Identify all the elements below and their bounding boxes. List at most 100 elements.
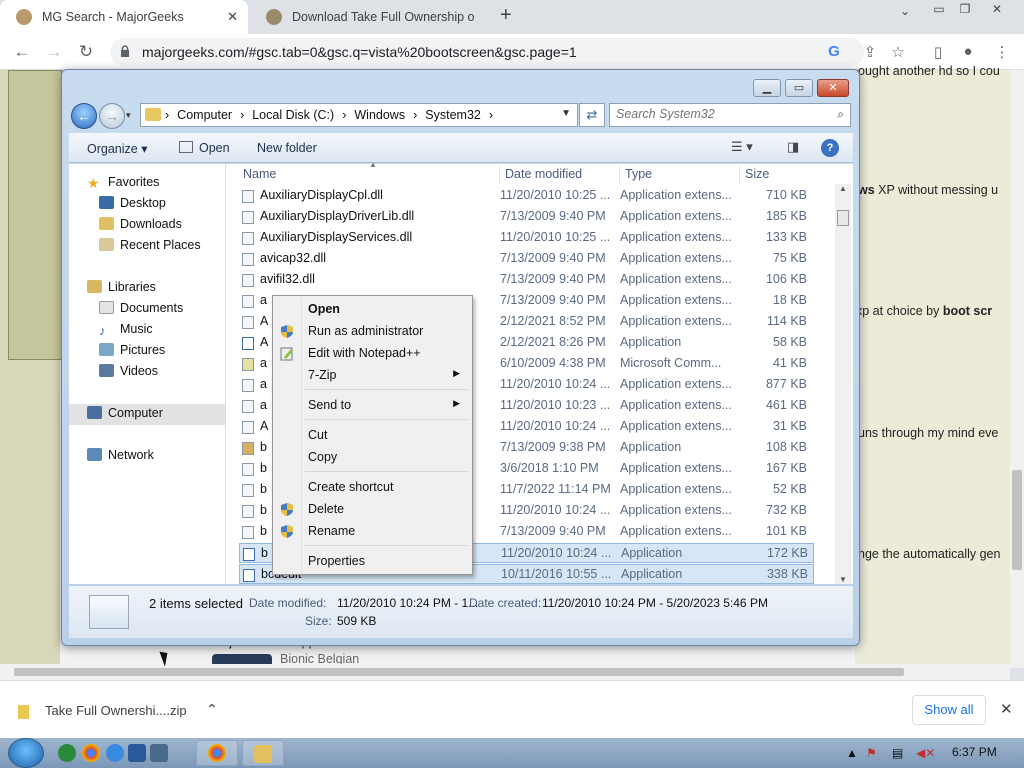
menu-item-open[interactable]: Open [275, 299, 470, 320]
column-divider[interactable] [499, 166, 500, 184]
explorer-minimize-button[interactable]: ▁ [753, 79, 781, 97]
breadcrumb-item[interactable]: Local Disk (C:) [252, 108, 334, 122]
breadcrumb-chevron[interactable]: › [165, 108, 169, 122]
explorer-back-button[interactable]: ← [71, 103, 97, 129]
page-vertical-scrollbar[interactable] [1010, 70, 1024, 668]
column-header-date[interactable]: Date modified [505, 167, 582, 181]
scroll-up-arrow-icon[interactable]: ▲ [839, 184, 847, 193]
column-divider[interactable] [619, 166, 620, 184]
nav-computer[interactable]: Computer [69, 404, 225, 425]
preview-pane-icon[interactable]: ◨ [787, 139, 799, 155]
taskbar-clock[interactable]: 6:37 PM [952, 745, 997, 759]
close-download-bar-icon[interactable]: ✕ [1000, 700, 1013, 718]
change-view-icon[interactable]: ☰ ▾ [731, 139, 753, 155]
file-row[interactable]: AuxiliaryDisplayDriverLib.dll 7/13/2009 9… [239, 207, 814, 227]
menu-item-send-to[interactable]: Send to ▶ [275, 395, 470, 416]
file-row[interactable]: avicap32.dll 7/13/2009 9:40 PM Application… [239, 249, 814, 269]
search-input[interactable] [616, 107, 816, 121]
help-icon[interactable]: ? [821, 139, 839, 157]
show-all-button[interactable]: Show all [912, 695, 986, 725]
address-dropdown-icon[interactable]: ▼ [561, 108, 571, 119]
menu-item-create-shortcut[interactable]: Create shortcut [275, 477, 470, 498]
explorer-refresh-icon[interactable]: ⇄ [579, 103, 605, 127]
menu-item-rename[interactable]: Rename [275, 521, 470, 542]
menu-item-7zip[interactable]: 7-Zip ▶ [275, 365, 470, 386]
reload-icon[interactable]: ↻ [76, 42, 96, 62]
explorer-search-box[interactable]: ⌕ [609, 103, 851, 127]
column-divider[interactable] [739, 166, 740, 184]
volume-icon[interactable]: ◀✕ [916, 746, 935, 760]
nav-downloads[interactable]: Downloads [99, 217, 182, 238]
switch-windows-icon[interactable] [150, 744, 168, 762]
nav-libraries[interactable]: Libraries [87, 280, 156, 301]
menu-item-delete[interactable]: Delete [275, 499, 470, 520]
open-button[interactable]: Open [179, 141, 230, 155]
explorer-close-button[interactable]: ✕ [817, 79, 849, 97]
tab-download-take-full-ownership[interactable]: Download Take Full Ownership o [250, 0, 486, 34]
forward-icon[interactable]: → [44, 42, 64, 62]
scroll-thumb[interactable] [1012, 470, 1022, 570]
internet-explorer-icon[interactable] [106, 744, 124, 762]
breadcrumb-chevron[interactable]: › [240, 108, 244, 122]
file-list-scrollbar[interactable]: ▲ ▼ [835, 184, 851, 584]
nav-pictures[interactable]: Pictures [99, 343, 165, 364]
nav-videos[interactable]: Videos [99, 364, 158, 385]
breadcrumb-item[interactable]: System32 [425, 108, 481, 122]
explorer-address-bar[interactable]: › Computer › Local Disk (C:) › Windows › System… [140, 103, 578, 127]
explorer-maximize-button[interactable]: ▭ [785, 79, 813, 97]
close-window-icon[interactable]: ✕ [986, 2, 1008, 16]
menu-item-run-as-administrator[interactable]: Run as administrator [275, 321, 470, 342]
restore-icon[interactable]: ❐ [954, 2, 976, 16]
tab-mg-search[interactable]: MG Search - MajorGeeks ✕ [0, 0, 248, 34]
breadcrumb-chevron[interactable]: › [342, 108, 346, 122]
recent-pages-dropdown-icon[interactable]: ▾ [126, 110, 131, 121]
page-horizontal-scrollbar[interactable] [0, 664, 1010, 680]
side-panel-icon[interactable]: ▯ [928, 43, 948, 61]
scroll-down-arrow-icon[interactable]: ▼ [839, 575, 847, 584]
share-icon[interactable]: ⇪ [860, 43, 880, 61]
new-tab-button[interactable]: + [500, 4, 512, 27]
breadcrumb-chevron[interactable]: › [413, 108, 417, 122]
scroll-thumb[interactable] [837, 210, 849, 226]
network-tray-icon[interactable]: ▤ [892, 746, 903, 760]
nav-favorites[interactable]: ★ Favorites [87, 175, 159, 196]
column-header-size[interactable]: Size [745, 167, 769, 181]
menu-item-copy[interactable]: Copy [275, 447, 470, 468]
minimize-icon[interactable]: ▭ [928, 2, 950, 16]
menu-icon[interactable]: ⋮ [992, 43, 1012, 61]
google-icon[interactable]: G [824, 43, 844, 60]
nav-recent-places[interactable]: Recent Places [99, 238, 201, 259]
column-header-type[interactable]: Type [625, 167, 652, 181]
chrome-icon[interactable] [82, 744, 100, 762]
breadcrumb-chevron[interactable]: › [489, 108, 493, 122]
file-row[interactable]: avifil32.dll 7/13/2009 9:40 PM Application… [239, 270, 814, 290]
menu-item-cut[interactable]: Cut [275, 425, 470, 446]
scroll-thumb[interactable] [14, 668, 904, 676]
menu-item-edit-with-notepad[interactable]: Edit with Notepad++ [275, 343, 470, 364]
show-hidden-icons[interactable]: ▲ [846, 746, 858, 760]
nav-desktop[interactable]: Desktop [99, 196, 166, 217]
tab-search-icon[interactable]: ⌄ [894, 4, 916, 18]
profile-avatar-icon[interactable]: ● [958, 43, 978, 60]
address-bar[interactable]: majorgeeks.com/#gsc.tab=0&gsc.q=vista%20… [110, 38, 864, 66]
nav-documents[interactable]: Documents [99, 301, 183, 322]
file-row[interactable]: AuxiliaryDisplayCpl.dll 11/20/2010 10:25 … [239, 186, 814, 206]
breadcrumb-item[interactable]: Windows [354, 108, 405, 122]
file-row[interactable]: AuxiliaryDisplayServices.dll 11/20/2010 1… [239, 228, 814, 248]
organize-button[interactable]: Organize ▾ [87, 141, 147, 156]
nav-network[interactable]: Network [87, 448, 154, 469]
quicklaunch-app-icon[interactable] [58, 744, 76, 762]
chevron-up-icon[interactable]: ⌃ [206, 701, 218, 718]
desktop-icon[interactable] [128, 744, 146, 762]
close-tab-icon[interactable]: ✕ [227, 9, 238, 25]
back-icon[interactable]: ← [12, 42, 32, 62]
explorer-forward-button[interactable]: → [99, 103, 125, 129]
new-folder-button[interactable]: New folder [257, 141, 317, 155]
breadcrumb-item[interactable]: Computer [177, 108, 232, 122]
search-icon[interactable]: ⌕ [837, 107, 844, 122]
start-button[interactable] [8, 738, 44, 768]
taskbar-chrome-button[interactable] [196, 740, 238, 766]
bookmark-star-icon[interactable]: ☆ [888, 43, 908, 61]
taskbar-explorer-button[interactable] [242, 740, 284, 766]
menu-item-properties[interactable]: Properties [275, 551, 470, 572]
